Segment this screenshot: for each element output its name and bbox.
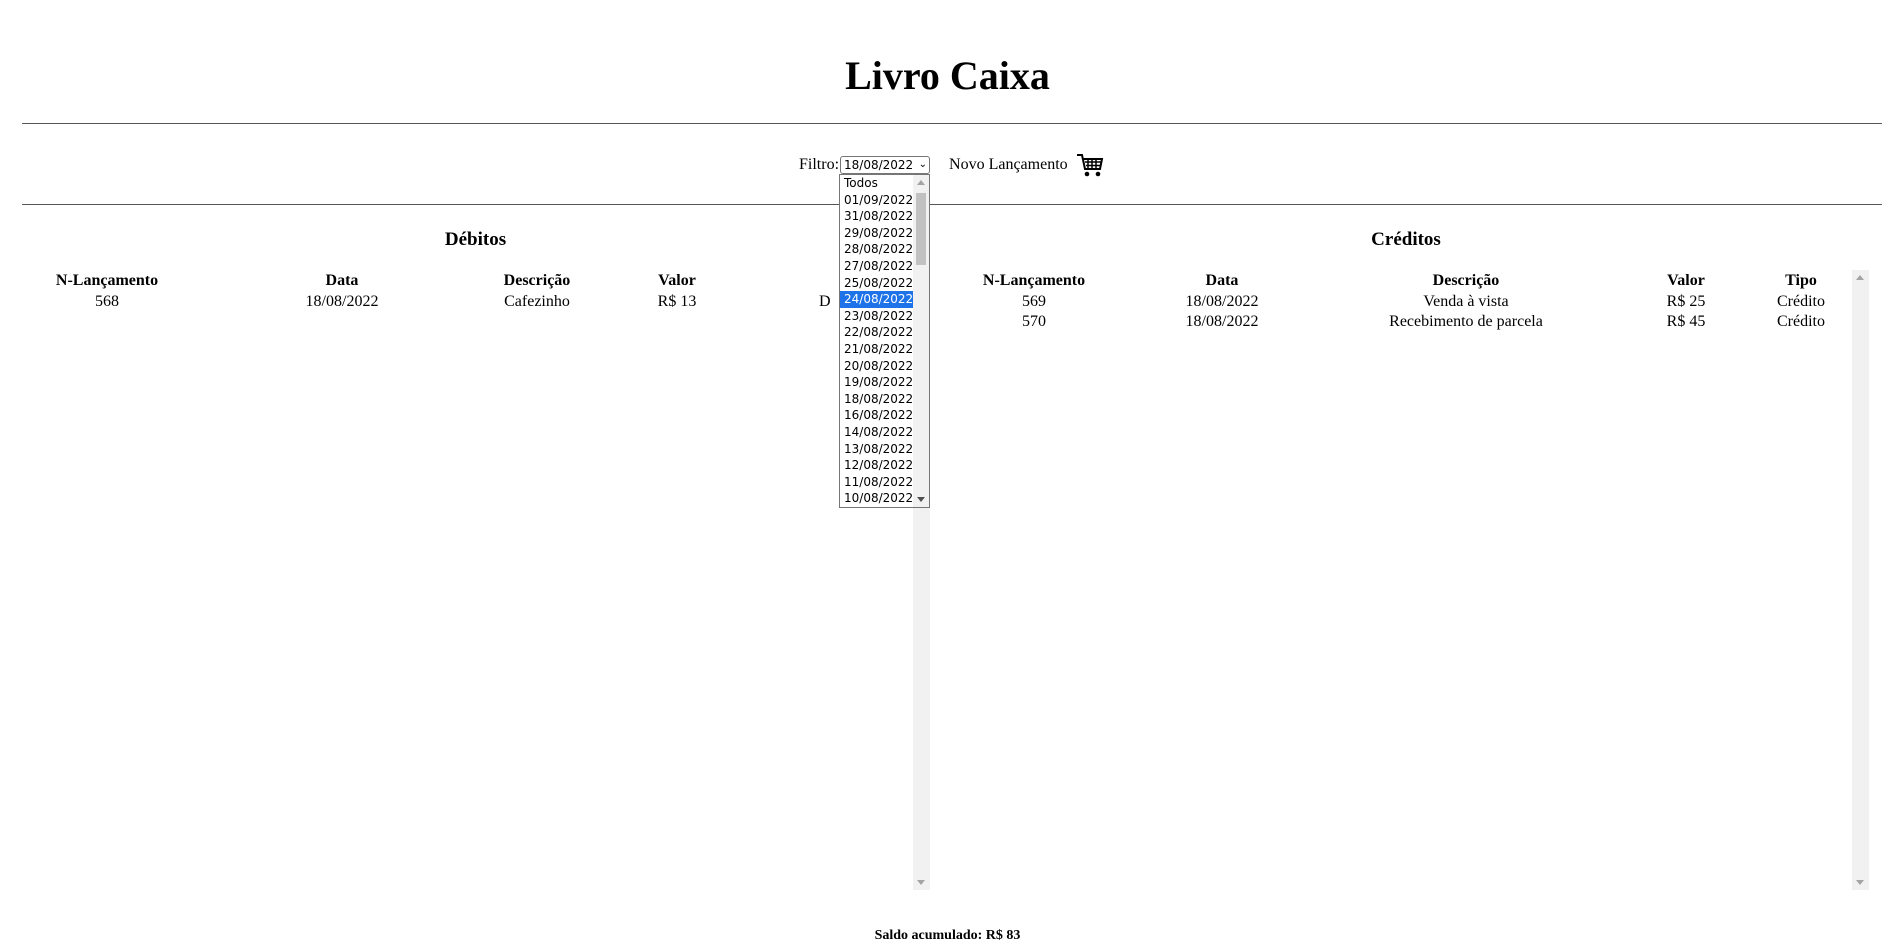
column-header: Tipo [1785,272,1817,289]
dropdown-option[interactable]: 27/08/2022 [840,258,914,275]
column-header: N-Lançamento [982,272,1086,289]
column-header: Valor [658,272,696,289]
scrollbar-thumb[interactable] [916,193,926,265]
column-header: Data [1205,272,1239,289]
dropdown-option[interactable]: 22/08/2022 [840,324,914,341]
creditos-table: N-Lançamento Data Descrição Valor Tipo 5… [935,270,1851,332]
dropdown-option[interactable]: 25/08/2022 [840,275,914,292]
column-header: Valor [1667,272,1705,289]
table-header-row: N-Lançamento Data Descrição Valor [22,270,912,292]
table-row: 570 18/08/2022 Recebimento de parcela R$… [935,312,1851,332]
table-row: 569 18/08/2022 Venda à vista R$ 25 Crédi… [935,292,1851,312]
scroll-down-icon[interactable] [1856,880,1864,885]
column-header: N-Lançamento [55,272,159,289]
table-cell: Cafezinho [504,293,570,310]
dropdown-option[interactable]: 01/09/2022 [840,192,914,209]
shopping-cart-icon[interactable] [1076,152,1104,178]
filter-bar: Filtro: 18/08/2022 ⌄ Novo Lançamento [799,152,1104,178]
dropdown-scrollbar[interactable] [913,175,929,507]
table-cell: 18/08/2022 [1185,293,1259,310]
dropdown-option-highlighted[interactable]: 24/08/2022 [840,291,914,308]
table-cell: 569 [1022,293,1046,310]
table-cell: Crédito [1777,313,1825,330]
table-cell: Crédito [1777,293,1825,310]
column-header: Data [325,272,359,289]
table-header-row: N-Lançamento Data Descrição Valor Tipo [935,270,1851,292]
column-header: Descrição [503,272,571,289]
dropdown-option[interactable]: 20/08/2022 [840,358,914,375]
creditos-title: Créditos [1371,229,1441,250]
table-cell: 18/08/2022 [1185,313,1259,330]
filter-select[interactable]: 18/08/2022 ⌄ [840,156,931,174]
debitos-title: Débitos [444,229,507,250]
dropdown-option[interactable]: 18/08/2022 [840,391,914,408]
dropdown-option[interactable]: 13/08/2022 [840,441,914,458]
table-cell: Recebimento de parcela [1389,313,1543,330]
filter-divider [22,204,1882,205]
dropdown-option[interactable]: 28/08/2022 [840,241,914,258]
dropdown-option[interactable]: 31/08/2022 [840,208,914,225]
dropdown-option[interactable]: 23/08/2022 [840,308,914,325]
filter-dropdown-list[interactable]: Todos 01/09/2022 31/08/2022 29/08/2022 2… [839,174,930,508]
dropdown-option[interactable]: 12/08/2022 [840,457,914,474]
scroll-up-icon[interactable] [917,180,925,185]
table-cell: 18/08/2022 [305,293,379,310]
scroll-down-icon[interactable] [917,880,925,885]
table-cell: 570 [1022,313,1046,330]
page-title: Livro Caixa [845,53,1050,98]
dropdown-option[interactable]: 11/08/2022 [840,474,914,491]
dropdown-option[interactable]: 10/08/2022 [840,490,914,507]
table-row: 568 18/08/2022 Cafezinho R$ 13 D [22,292,912,312]
table-cell: 568 [95,293,119,310]
dropdown-option[interactable]: 16/08/2022 [840,407,914,424]
table-cell: R$ 13 [657,293,697,310]
filter-selected-value: 18/08/2022 [844,158,914,172]
novo-lancamento-link[interactable]: Novo Lançamento [949,156,1068,174]
scroll-down-icon[interactable] [917,497,925,502]
dropdown-option[interactable]: 14/08/2022 [840,424,914,441]
dropdown-option[interactable]: 29/08/2022 [840,225,914,242]
chevron-down-icon: ⌄ [918,159,928,170]
table-cell: R$ 45 [1666,313,1706,330]
scroll-up-icon[interactable] [1856,275,1864,280]
table-cell: Venda à vista [1423,293,1509,310]
debitos-table: N-Lançamento Data Descrição Valor 568 18… [22,270,912,312]
saldo-acumulado: Saldo acumulado: R$ 83 [874,928,1021,943]
creditos-scrollbar[interactable] [1852,270,1869,890]
column-header: Descrição [1432,272,1500,289]
dropdown-option[interactable]: Todos [840,175,914,192]
table-cell: R$ 25 [1666,293,1706,310]
dropdown-option[interactable]: 21/08/2022 [840,341,914,358]
top-divider [22,123,1882,124]
dropdown-option[interactable]: 19/08/2022 [840,374,914,391]
filter-label: Filtro: [799,156,840,173]
